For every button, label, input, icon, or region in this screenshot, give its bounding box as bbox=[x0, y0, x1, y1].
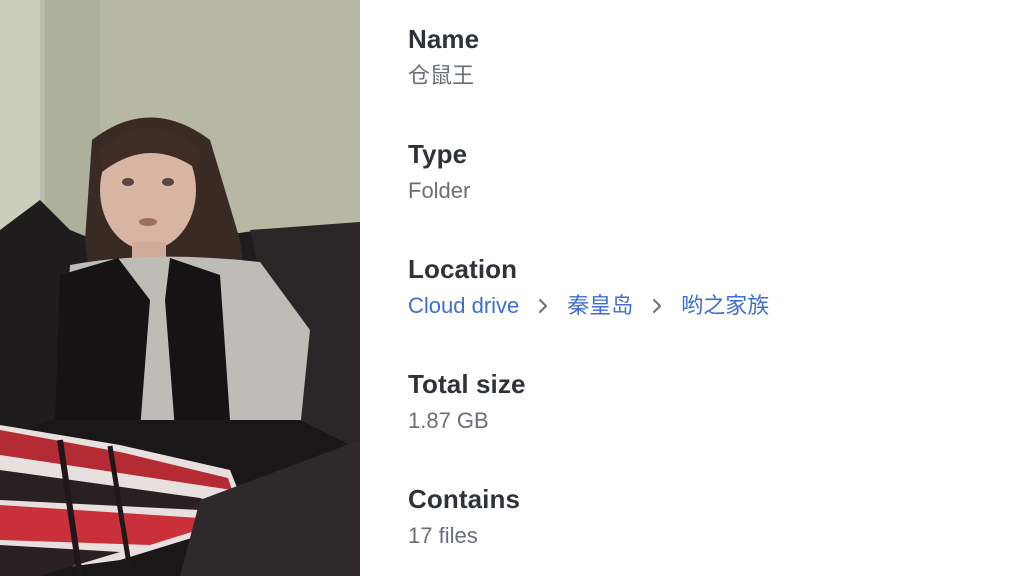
location-field: Location Cloud drive 秦皇岛 哟之家族 bbox=[408, 252, 1024, 367]
name-value: 仓鼠王 bbox=[408, 63, 475, 88]
breadcrumb-link-cloud-drive[interactable]: Cloud drive bbox=[408, 289, 519, 323]
chevron-right-icon bbox=[651, 297, 663, 315]
chevron-right-icon bbox=[537, 297, 549, 315]
total-size-label: Total size bbox=[408, 369, 526, 399]
type-field: Type Folder bbox=[408, 137, 1024, 252]
contains-label: Contains bbox=[408, 484, 521, 514]
total-size-value: 1.87 GB bbox=[408, 408, 489, 433]
location-breadcrumb: Cloud drive 秦皇岛 哟之家族 bbox=[408, 289, 1024, 323]
contains-field: Contains 17 files bbox=[408, 482, 1024, 576]
type-value: Folder bbox=[408, 178, 471, 203]
breadcrumb-link-folder-2[interactable]: 哟之家族 bbox=[681, 289, 769, 323]
folder-properties-view: Name 仓鼠王 Type Folder Location Cloud driv… bbox=[0, 0, 1024, 576]
contains-value: 17 files bbox=[408, 523, 478, 548]
details-panel: Name 仓鼠王 Type Folder Location Cloud driv… bbox=[360, 0, 1024, 576]
name-field: Name 仓鼠王 bbox=[408, 22, 1024, 137]
location-label: Location bbox=[408, 254, 518, 284]
name-label: Name bbox=[408, 24, 480, 54]
preview-image bbox=[0, 0, 360, 576]
preview-thumbnail bbox=[0, 0, 360, 576]
type-label: Type bbox=[408, 139, 468, 169]
total-size-field: Total size 1.87 GB bbox=[408, 367, 1024, 482]
breadcrumb-link-folder-1[interactable]: 秦皇岛 bbox=[567, 289, 633, 323]
